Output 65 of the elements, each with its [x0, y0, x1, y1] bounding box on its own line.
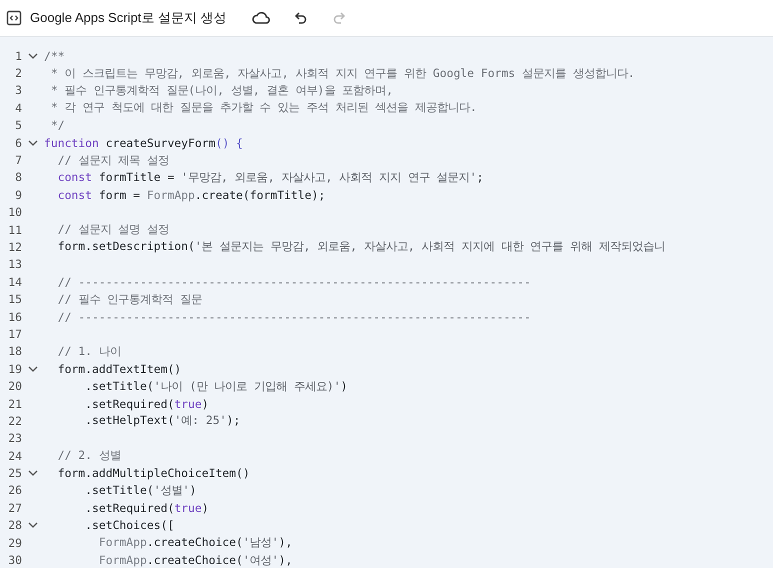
line-number: 1	[14, 48, 22, 63]
code-line: form.addMultipleChoiceItem()	[56, 466, 250, 480]
document-title: Google Apps Script로 설문지 생성	[30, 9, 227, 27]
code-line: .setRequired(true)	[84, 396, 209, 410]
code-line: * 각 연구 척도에 대한 질문을 추가할 수 있는 주석 처리된 섹션을 제공합니다.	[50, 100, 477, 116]
code-line: function createSurveyForm() {	[44, 136, 243, 150]
line-number: 20	[7, 379, 22, 394]
line-number: 2	[14, 66, 22, 80]
line-number: 19	[7, 362, 22, 376]
line-number: 23	[7, 431, 22, 446]
code-line: const form = FormApp.create(formTitle);	[56, 188, 326, 202]
code-line: FormApp.createChoice('여성'),	[98, 552, 292, 568]
line-number: 11	[7, 222, 22, 237]
line-number: 10	[7, 205, 22, 220]
line-number: 17	[7, 326, 22, 341]
line-number: 25	[7, 466, 22, 480]
code-line: // ------------------------------------------------------------------	[56, 310, 531, 324]
undo-icon	[292, 10, 309, 26]
cloud-icon	[250, 10, 271, 26]
line-number: 21	[7, 396, 22, 410]
chevron-icon[interactable]	[28, 140, 38, 146]
code-line: * 이 스크립트는 무망감, 외로움, 자살사고, 사회적 지지 연구를 위한 Google Forms 설문지를 생성합니다.	[50, 66, 635, 81]
line-number: 27	[7, 500, 22, 515]
line-number: 9	[14, 188, 22, 202]
code-line: const formTitle = '무망감, 외로움, 자살사고, 사회적 지지 연구 설문지';	[56, 170, 484, 185]
line-number: 4	[14, 100, 22, 115]
line-number: 22	[7, 414, 22, 428]
line-number: 5	[14, 118, 22, 132]
code-line: .setChoices([	[84, 518, 174, 532]
line-number: 28	[7, 518, 22, 532]
chevron-icon[interactable]	[28, 522, 38, 528]
code-line: // ------------------------------------------------------------------	[56, 274, 531, 289]
code-line: .setRequired(true)	[84, 500, 209, 515]
code-line: form.addTextItem()	[56, 362, 182, 376]
line-number: 29	[7, 536, 22, 550]
code-file-icon	[6, 10, 22, 26]
line-number: 13	[7, 257, 22, 272]
line-number: 3	[14, 83, 22, 98]
line-number: 7	[14, 153, 22, 168]
chevron-icon[interactable]	[28, 470, 38, 476]
line-number: 15	[7, 292, 22, 306]
code-line: form.setDescription('본 설문지는 무망감, 외로움, 자살사고, 사회적 지지에 대한 연구를 위해 제작되었습니	[56, 239, 665, 254]
code-line: /**	[44, 48, 65, 63]
code-line: * 필수 인구통계학적 질문(나이, 성별, 결혼 여부)을 포함하며,	[50, 82, 394, 98]
code-line: .setHelpText('예: 25');	[84, 413, 240, 428]
code-line: // 설문지 제목 설정	[56, 152, 170, 168]
code-line: // 필수 인구통계학적 질문	[56, 292, 202, 307]
code-line: // 1. 나이	[56, 344, 121, 359]
line-number: 16	[7, 310, 22, 324]
line-number: 6	[14, 136, 22, 150]
line-number: 12	[7, 240, 22, 254]
line-number: 18	[7, 344, 22, 358]
line-number: 24	[7, 448, 22, 463]
code-line: // 2. 성별	[56, 448, 121, 464]
chevron-icon[interactable]	[28, 52, 38, 59]
code-line: */	[50, 118, 65, 132]
line-number: 14	[7, 274, 22, 289]
line-number: 30	[7, 553, 22, 568]
code-line: .setTitle('나이 (만 나이로 기입해 주세요)')	[84, 378, 348, 394]
code-line: .setTitle('성별')	[84, 482, 196, 498]
code-line: // 설문지 설명 설정	[56, 222, 170, 238]
line-number: 8	[14, 170, 22, 184]
code-line: FormApp.createChoice('남성'),	[98, 535, 292, 550]
line-number: 26	[7, 483, 22, 498]
chevron-icon[interactable]	[28, 366, 38, 372]
